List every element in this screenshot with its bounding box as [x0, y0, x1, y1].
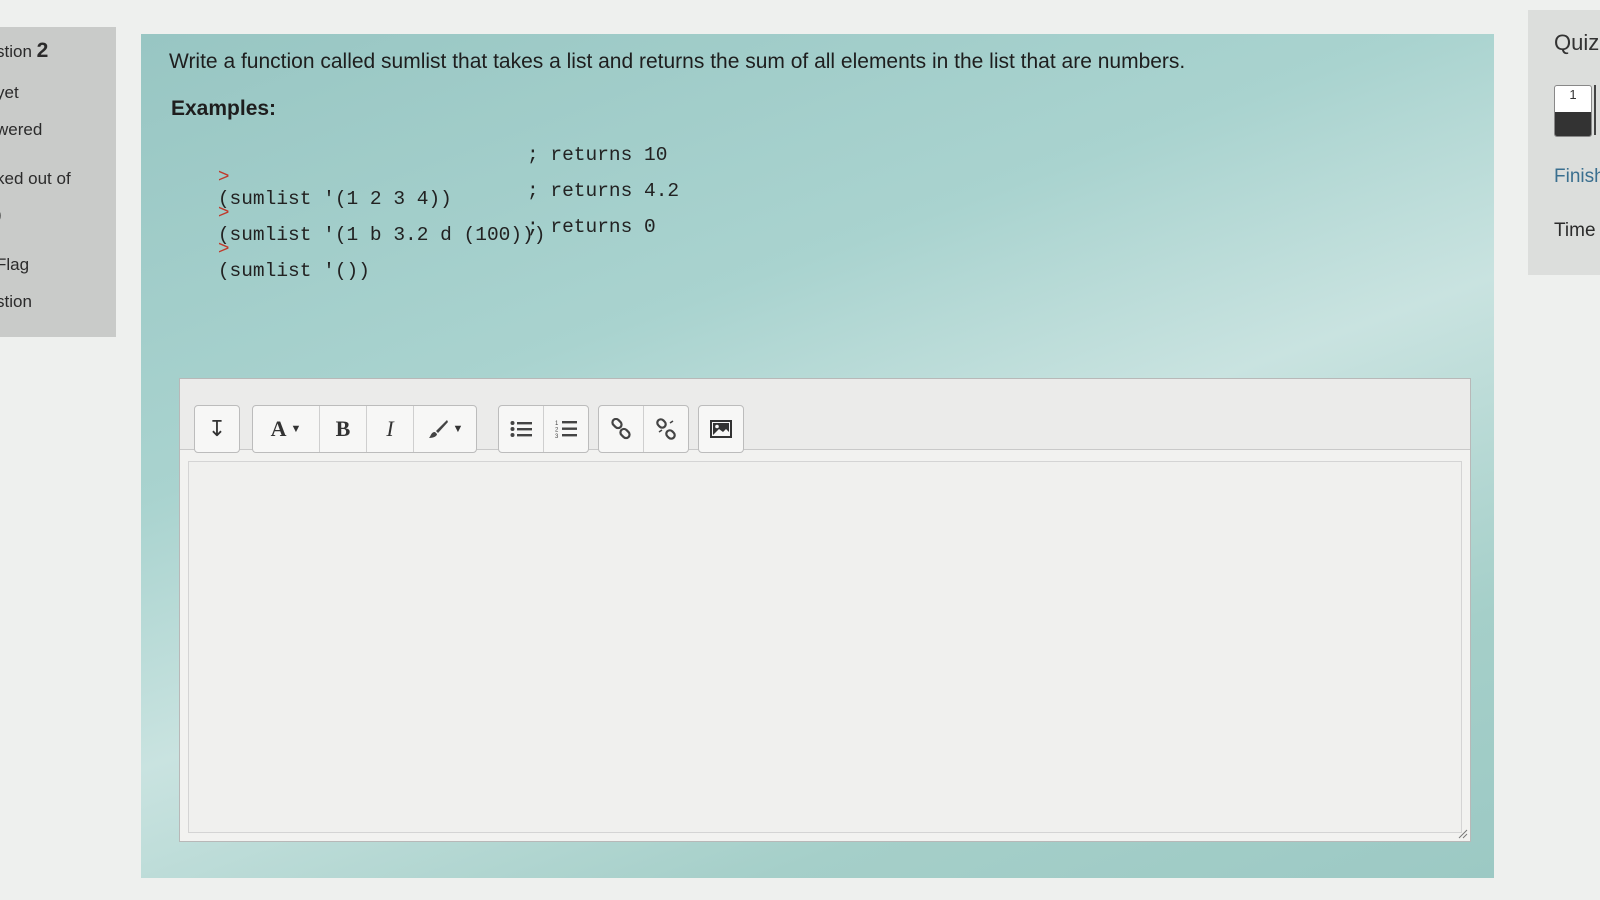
- marks-value: ): [0, 205, 2, 225]
- collapse-toolbar-button[interactable]: ↧: [195, 406, 239, 452]
- quiz-navigation-panel: Quiz 1 Finish Time: [1528, 10, 1600, 275]
- collapse-icon: ↧: [207, 416, 227, 441]
- font-icon: A: [270, 416, 287, 441]
- insert-image-button[interactable]: [699, 406, 743, 452]
- question-info-panel: stion 2 yet wered ked out of ) Flag stio…: [0, 27, 116, 337]
- font-style-button[interactable]: A ▼: [253, 406, 320, 452]
- svg-text:3: 3: [555, 434, 559, 439]
- example-comment: ; returns 0: [527, 216, 656, 238]
- svg-text:2: 2: [555, 428, 559, 434]
- question-box: Write a function called sumlist that tak…: [141, 34, 1494, 878]
- flag-question-link-2[interactable]: stion: [0, 292, 32, 312]
- finish-attempt-link[interactable]: Finish: [1554, 166, 1600, 188]
- bold-icon: B: [335, 416, 351, 441]
- flag-question-link[interactable]: Flag: [0, 255, 29, 275]
- link-icon: [610, 418, 632, 440]
- unlink-button[interactable]: [644, 406, 688, 452]
- resize-handle-icon[interactable]: [1458, 829, 1468, 839]
- answer-text-area[interactable]: [188, 461, 1462, 833]
- numbered-list-icon: 123: [555, 419, 577, 439]
- question-number: 2: [36, 39, 49, 62]
- question-nav-button-2[interactable]: [1594, 85, 1600, 135]
- paintbrush-icon: [427, 419, 449, 439]
- toolbar-group-style: A ▼ B I ▼: [252, 405, 477, 453]
- marked-out-of-label: ked out of: [0, 169, 71, 188]
- image-icon: [710, 420, 732, 438]
- toolbar-group-media: [698, 405, 744, 453]
- bullet-list-icon: [510, 420, 532, 438]
- example-comment: ; returns 4.2: [527, 180, 680, 202]
- chevron-down-icon: ▼: [452, 423, 464, 435]
- unlink-icon: [655, 418, 677, 440]
- examples-heading: Examples:: [171, 97, 277, 120]
- question-number-line: stion 2: [0, 39, 48, 63]
- status-line-1: yet: [0, 83, 19, 102]
- question-nav-number: 1: [1569, 87, 1577, 102]
- question-nav-status: [1555, 112, 1591, 136]
- example-code: (sumlist '()): [217, 260, 370, 282]
- example-line: > (sumlist '()) ; returns 0: [171, 216, 656, 326]
- question-nav-button-1[interactable]: 1: [1554, 85, 1592, 137]
- text-color-button[interactable]: ▼: [414, 406, 476, 452]
- bold-button[interactable]: B: [320, 406, 367, 452]
- prompt-symbol: >: [217, 238, 230, 260]
- toolbar-group-lists: 123: [498, 405, 589, 453]
- editor-toolbar: ↧ A ▼ B I ▼ 1 2 3: [180, 379, 1470, 453]
- time-left-label: Time: [1554, 220, 1596, 241]
- question-text: Write a function called sumlist that tak…: [169, 50, 1186, 73]
- quiz-navigation-title: Quiz: [1554, 30, 1600, 55]
- question-label: stion: [0, 42, 32, 61]
- example-comment: ; returns 10: [527, 144, 668, 166]
- answer-editor: ↧ A ▼ B I ▼ 1 2 3: [179, 378, 1471, 842]
- insert-link-button[interactable]: [599, 406, 644, 452]
- toolbar-group-links: [598, 405, 689, 453]
- italic-icon: I: [386, 416, 394, 441]
- svg-text:1: 1: [555, 421, 559, 427]
- chevron-down-icon: ▼: [290, 423, 302, 435]
- status-line-2: wered: [0, 120, 43, 139]
- numbered-list-button[interactable]: 123: [544, 406, 588, 452]
- toolbar-group-collapse: ↧: [194, 405, 240, 453]
- bullet-list-button[interactable]: [499, 406, 544, 452]
- italic-button[interactable]: I: [367, 406, 414, 452]
